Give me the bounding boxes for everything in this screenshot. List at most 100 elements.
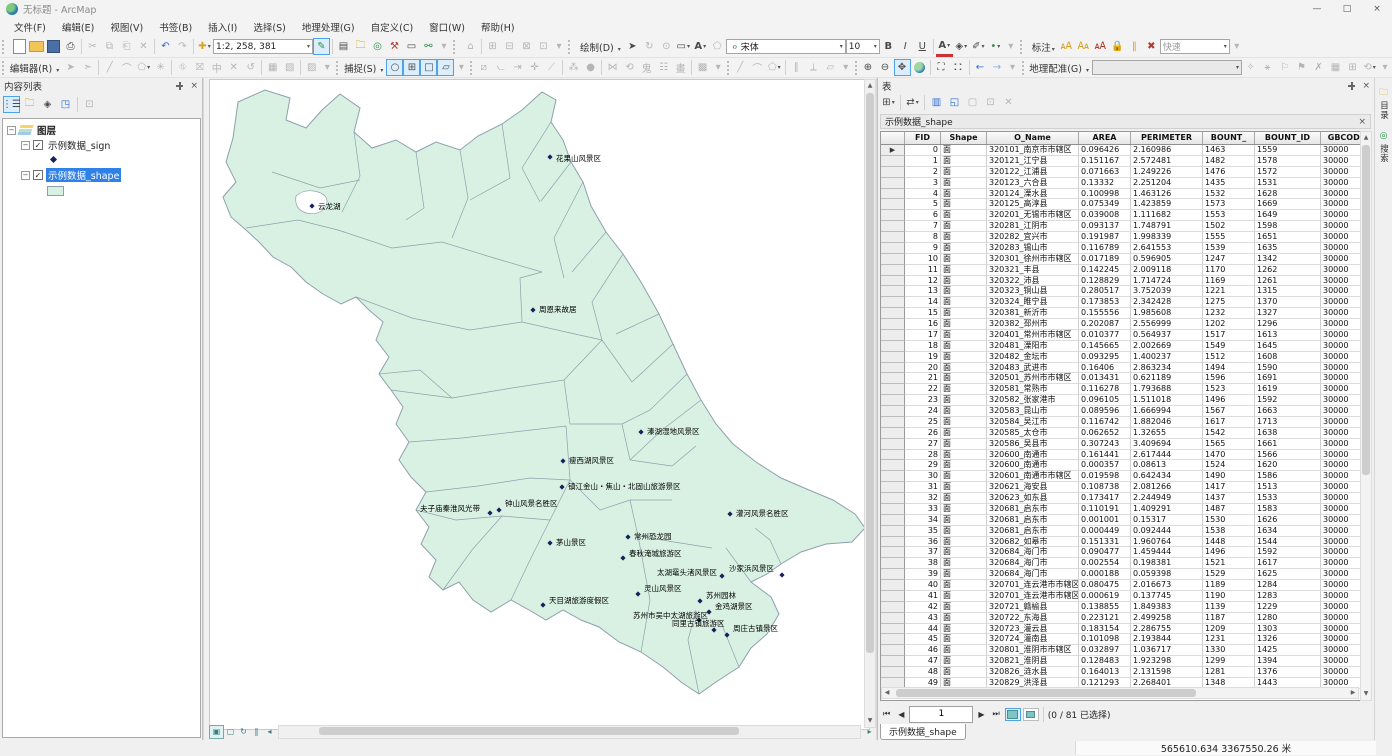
table-cell[interactable]: 30000	[1321, 156, 1361, 167]
table-cell[interactable]: 320586_吴县市	[987, 439, 1079, 450]
table-cell[interactable]: 1209	[1203, 624, 1255, 635]
label-mode-combo[interactable]: 快速▾	[1160, 39, 1230, 54]
table-cell[interactable]: 1590	[1255, 363, 1321, 374]
table-cell[interactable]: 面	[941, 558, 987, 569]
table-cell[interactable]: 0.093295	[1079, 352, 1131, 363]
zoom-to-selected-icon[interactable]: ⊡	[982, 94, 999, 111]
table-cell[interactable]: 1435	[1203, 178, 1255, 189]
table-cell[interactable]: 30000	[1321, 493, 1361, 504]
data-view-button[interactable]: ▣	[209, 725, 224, 739]
table-cell[interactable]: 0.137745	[1131, 591, 1203, 602]
attributes-icon[interactable]: ▦	[264, 59, 281, 76]
table-cell[interactable]: 面	[941, 319, 987, 330]
collapse-icon[interactable]: −	[7, 126, 16, 135]
table-cell[interactable]: 30000	[1321, 580, 1361, 591]
table-row[interactable]: 2面320122_江浦县0.0716631.249226147615723000…	[881, 167, 1360, 178]
toolbar-grip[interactable]	[470, 61, 473, 75]
redo-icon[interactable]: ↷	[174, 38, 191, 55]
maximize-button[interactable]: □	[1332, 0, 1362, 18]
row-selector[interactable]	[881, 156, 905, 167]
table-cell[interactable]: 1572	[1255, 167, 1321, 178]
toc-layer-row[interactable]: − ✓ 示例数据_shape	[3, 168, 200, 182]
table-cell[interactable]: 面	[941, 297, 987, 308]
table-row[interactable]: 15面320381_新沂市0.1555561.98560812321327300…	[881, 308, 1360, 319]
row-selector[interactable]	[881, 330, 905, 341]
table-cell[interactable]: 0.128483	[1079, 656, 1131, 667]
label-pause-icon[interactable]: ‖	[1126, 38, 1143, 55]
table-cell[interactable]: 1296	[1255, 319, 1321, 330]
table-cell[interactable]: 1625	[1255, 569, 1321, 580]
undo-icon[interactable]: ↶	[157, 38, 174, 55]
table-of-contents-icon[interactable]: ▤	[335, 38, 352, 55]
table-cell[interactable]: 1.32655	[1131, 428, 1203, 439]
switch-selection-icon[interactable]: ◱	[946, 94, 963, 111]
toolbar-grip[interactable]	[1022, 61, 1025, 75]
table-row[interactable]: ▶0面320101_南京市市辖区0.0964262.16098614631559…	[881, 145, 1360, 156]
table-cell[interactable]: 320123_六合县	[987, 178, 1079, 189]
table-row[interactable]: 27面320586_吴县市0.3072433.40969415651661300…	[881, 439, 1360, 450]
table-cell[interactable]: 320324_睢宁县	[987, 297, 1079, 308]
table-cell[interactable]: 面	[941, 580, 987, 591]
table-row[interactable]: 36面320682_如皋市0.1513311.96076414481544300…	[881, 537, 1360, 548]
table-cell[interactable]: 43	[905, 613, 941, 624]
table-cell[interactable]: 面	[941, 515, 987, 526]
table-cell[interactable]: 1608	[1255, 352, 1321, 363]
table-row[interactable]: 30面320601_南通市市辖区0.0195980.64243414901586…	[881, 471, 1360, 482]
table-cell[interactable]: 1598	[1255, 221, 1321, 232]
table-cell[interactable]: 1565	[1203, 439, 1255, 450]
grid-vertical-scrollbar[interactable]: ▲ ▼	[1360, 131, 1372, 701]
table-cell[interactable]: 1.249226	[1131, 167, 1203, 178]
table-row[interactable]: 6面320201_无锡市市辖区0.0390081.111682155316493…	[881, 210, 1360, 221]
row-selector[interactable]	[881, 558, 905, 569]
table-cell[interactable]: 16	[905, 319, 941, 330]
row-selector[interactable]	[881, 243, 905, 254]
map-vertical-scrollbar[interactable]: ▲ ▼	[864, 79, 876, 728]
toolbar-grip[interactable]	[453, 40, 460, 54]
table-cell[interactable]: 30000	[1321, 602, 1361, 613]
table-cell[interactable]: 41	[905, 591, 941, 602]
table-cell[interactable]: 45	[905, 634, 941, 645]
table-cell[interactable]: 2.863234	[1131, 363, 1203, 374]
cut-icon[interactable]: ✂	[84, 38, 101, 55]
table-cell[interactable]: 面	[941, 417, 987, 428]
table-cell[interactable]: 0.116742	[1079, 417, 1131, 428]
table-cell[interactable]: 1.793688	[1131, 384, 1203, 395]
font-size-combo[interactable]: 10▾	[846, 39, 880, 54]
toolbox-icon[interactable]: ⚒	[386, 38, 403, 55]
docked-tab-search[interactable]: ◎搜索	[1378, 127, 1390, 166]
table-row[interactable]: 34面320681_启东市0.0010010.15317153016263000…	[881, 515, 1360, 526]
table-cell[interactable]: 2.286755	[1131, 624, 1203, 635]
home-folder-icon[interactable]: ⌂	[462, 38, 479, 55]
table-cell[interactable]: 面	[941, 482, 987, 493]
layer-symbol-row[interactable]	[3, 184, 200, 198]
table-cell[interactable]: 1635	[1255, 243, 1321, 254]
table-cell[interactable]: 1463	[1203, 145, 1255, 156]
table-cell[interactable]: 0.000357	[1079, 460, 1131, 471]
table-row[interactable]: 8面320282_宜兴市0.1919871.998339155516513000…	[881, 232, 1360, 243]
row-selector[interactable]	[881, 482, 905, 493]
fill-color-icon[interactable]: ◈▾	[953, 38, 970, 55]
table-cell[interactable]: 42	[905, 602, 941, 613]
table-cell[interactable]: 2.572481	[1131, 156, 1203, 167]
table-cell[interactable]: 30000	[1321, 417, 1361, 428]
menu-item[interactable]: 窗口(W)	[421, 18, 473, 36]
table-cell[interactable]: 0.142245	[1079, 265, 1131, 276]
row-selector[interactable]	[881, 624, 905, 635]
zoom-element-icon[interactable]: ⊙	[658, 38, 675, 55]
table-cell[interactable]: 面	[941, 591, 987, 602]
table-cell[interactable]: 30000	[1321, 178, 1361, 189]
end-snapping-icon[interactable]: ⊞	[403, 59, 420, 76]
table-cell[interactable]: 320821_淮阴县	[987, 656, 1079, 667]
image-viewer-icon[interactable]: ⊞	[1344, 59, 1361, 76]
table-row[interactable]: 39面320684_海门市0.0001880.05939815291625300…	[881, 569, 1360, 580]
table-cell[interactable]: 30000	[1321, 547, 1361, 558]
attribute-grid[interactable]: FIDShapeO_NameAREAPERIMETERBOUNT_BOUNT_I…	[880, 131, 1361, 701]
table-cell[interactable]: 19	[905, 352, 941, 363]
table-cell[interactable]: 1567	[1203, 406, 1255, 417]
table-cell[interactable]: 0	[905, 145, 941, 156]
table-cell[interactable]: 1187	[1203, 613, 1255, 624]
select-elements-icon[interactable]: ➤	[624, 38, 641, 55]
toolbar-grip[interactable]	[2, 40, 9, 54]
table-tab-titlebar[interactable]: 示例数据_shape ×	[880, 114, 1371, 129]
table-cell[interactable]: 1549	[1203, 341, 1255, 352]
